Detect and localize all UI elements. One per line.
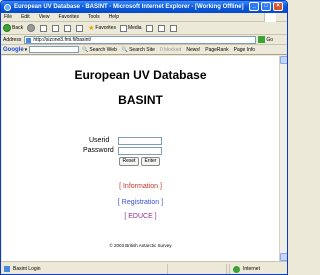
stop-button[interactable] — [40, 24, 48, 32]
stop-icon — [40, 24, 48, 32]
title-bar: European UV Database - BASINT - Microsof… — [1, 1, 287, 13]
news-button[interactable]: News! — [186, 47, 200, 53]
scroll-down-button[interactable] — [280, 253, 287, 261]
scroll-up-button[interactable] — [280, 56, 287, 64]
google-search-input[interactable] — [29, 46, 80, 53]
address-bar: Address http://sizone3.fmi.fi/basint/ Go — [1, 35, 287, 45]
password-label: Password — [83, 147, 114, 154]
media-button[interactable]: Media — [119, 24, 142, 32]
back-arrow-icon — [3, 24, 11, 32]
forward-arrow-icon — [27, 24, 36, 32]
mail-icon — [157, 24, 165, 32]
security-zone: Internet — [229, 264, 285, 274]
favorites-button[interactable]: ★ Favorites — [88, 24, 116, 32]
page-info-button[interactable]: Page Info — [234, 47, 255, 53]
google-logo[interactable]: Google — [3, 47, 24, 53]
address-url: http://sizone3.fmi.fi/basint/ — [33, 36, 92, 43]
page-content: European UV Database BASINT Userid Passw… — [2, 56, 279, 261]
home-icon — [64, 24, 72, 32]
refresh-button[interactable] — [52, 24, 60, 32]
registration-link[interactable]: [ Registration ] — [2, 199, 279, 206]
status-bar: Basint Login Internet — [1, 261, 287, 274]
copyright-text: © 2003 British Antarctic Survey — [109, 243, 172, 248]
password-input[interactable] — [118, 147, 162, 155]
menu-edit[interactable]: Edit — [21, 14, 30, 20]
menu-bar: File Edit View Favorites Tools Help — [1, 13, 287, 22]
print-button[interactable] — [169, 24, 178, 32]
address-input[interactable]: http://sizone3.fmi.fi/basint/ — [24, 35, 257, 44]
refresh-icon — [52, 24, 60, 32]
mail-button[interactable] — [157, 24, 166, 32]
reset-button[interactable]: Reset — [119, 157, 139, 166]
search-icon — [76, 24, 84, 32]
enter-button[interactable]: Enter — [141, 157, 160, 166]
google-toolbar: Google ▾ 🔍 Search Web 🔍 Search Site 0 bl… — [1, 45, 287, 55]
print-icon — [169, 24, 177, 32]
forward-button[interactable] — [27, 24, 36, 32]
chevron-down-icon[interactable]: ▾ — [25, 47, 28, 53]
history-icon — [145, 24, 153, 32]
windows-logo-icon — [264, 13, 276, 22]
ie-icon — [4, 3, 11, 11]
search-site-button[interactable]: 🔍 Search Site — [122, 47, 155, 53]
browser-window: European UV Database - BASINT - Microsof… — [0, 0, 288, 275]
pagerank-indicator: PageRank — [205, 46, 229, 53]
page-subtitle: BASINT — [118, 93, 163, 107]
vertical-scrollbar[interactable] — [279, 56, 287, 261]
menu-view[interactable]: View — [39, 14, 50, 20]
maximize-button[interactable]: □ — [261, 2, 271, 11]
star-icon: ★ — [88, 25, 95, 32]
search-web-icon: 🔍 — [82, 46, 89, 53]
page-icon — [4, 266, 10, 272]
minimize-button[interactable]: _ — [249, 2, 259, 11]
go-button[interactable]: Go — [258, 36, 273, 43]
educe-link[interactable]: [ EDUCE ] — [2, 213, 279, 220]
menu-tools[interactable]: Tools — [88, 14, 100, 20]
status-panels — [167, 264, 227, 274]
page-title: European UV Database — [74, 68, 207, 82]
search-site-icon: 🔍 — [121, 46, 129, 53]
status-message: Basint Login — [1, 266, 41, 272]
search-button[interactable] — [76, 24, 84, 32]
address-label: Address — [3, 36, 22, 43]
menu-favorites[interactable]: Favorites — [58, 14, 79, 20]
userid-label: Userid — [89, 137, 110, 144]
information-link[interactable]: [ Information ] — [2, 183, 279, 190]
page-icon — [26, 37, 32, 43]
history-button[interactable] — [145, 24, 154, 32]
menu-file[interactable]: File — [4, 14, 12, 20]
standard-toolbar: Back ★ Favorites Media — [1, 22, 287, 35]
media-icon — [119, 24, 127, 32]
popup-blocked-button[interactable]: 0 blocked — [160, 47, 181, 53]
window-title: European UV Database - BASINT - Microsof… — [14, 4, 244, 10]
search-web-button[interactable]: 🔍 Search Web — [82, 47, 117, 53]
globe-icon — [233, 265, 240, 273]
go-arrow-icon — [258, 36, 266, 43]
close-button[interactable]: × — [273, 2, 283, 11]
menu-help[interactable]: Help — [109, 14, 119, 20]
home-button[interactable] — [64, 24, 72, 32]
userid-input[interactable] — [118, 137, 162, 145]
back-button[interactable]: Back — [3, 24, 23, 32]
